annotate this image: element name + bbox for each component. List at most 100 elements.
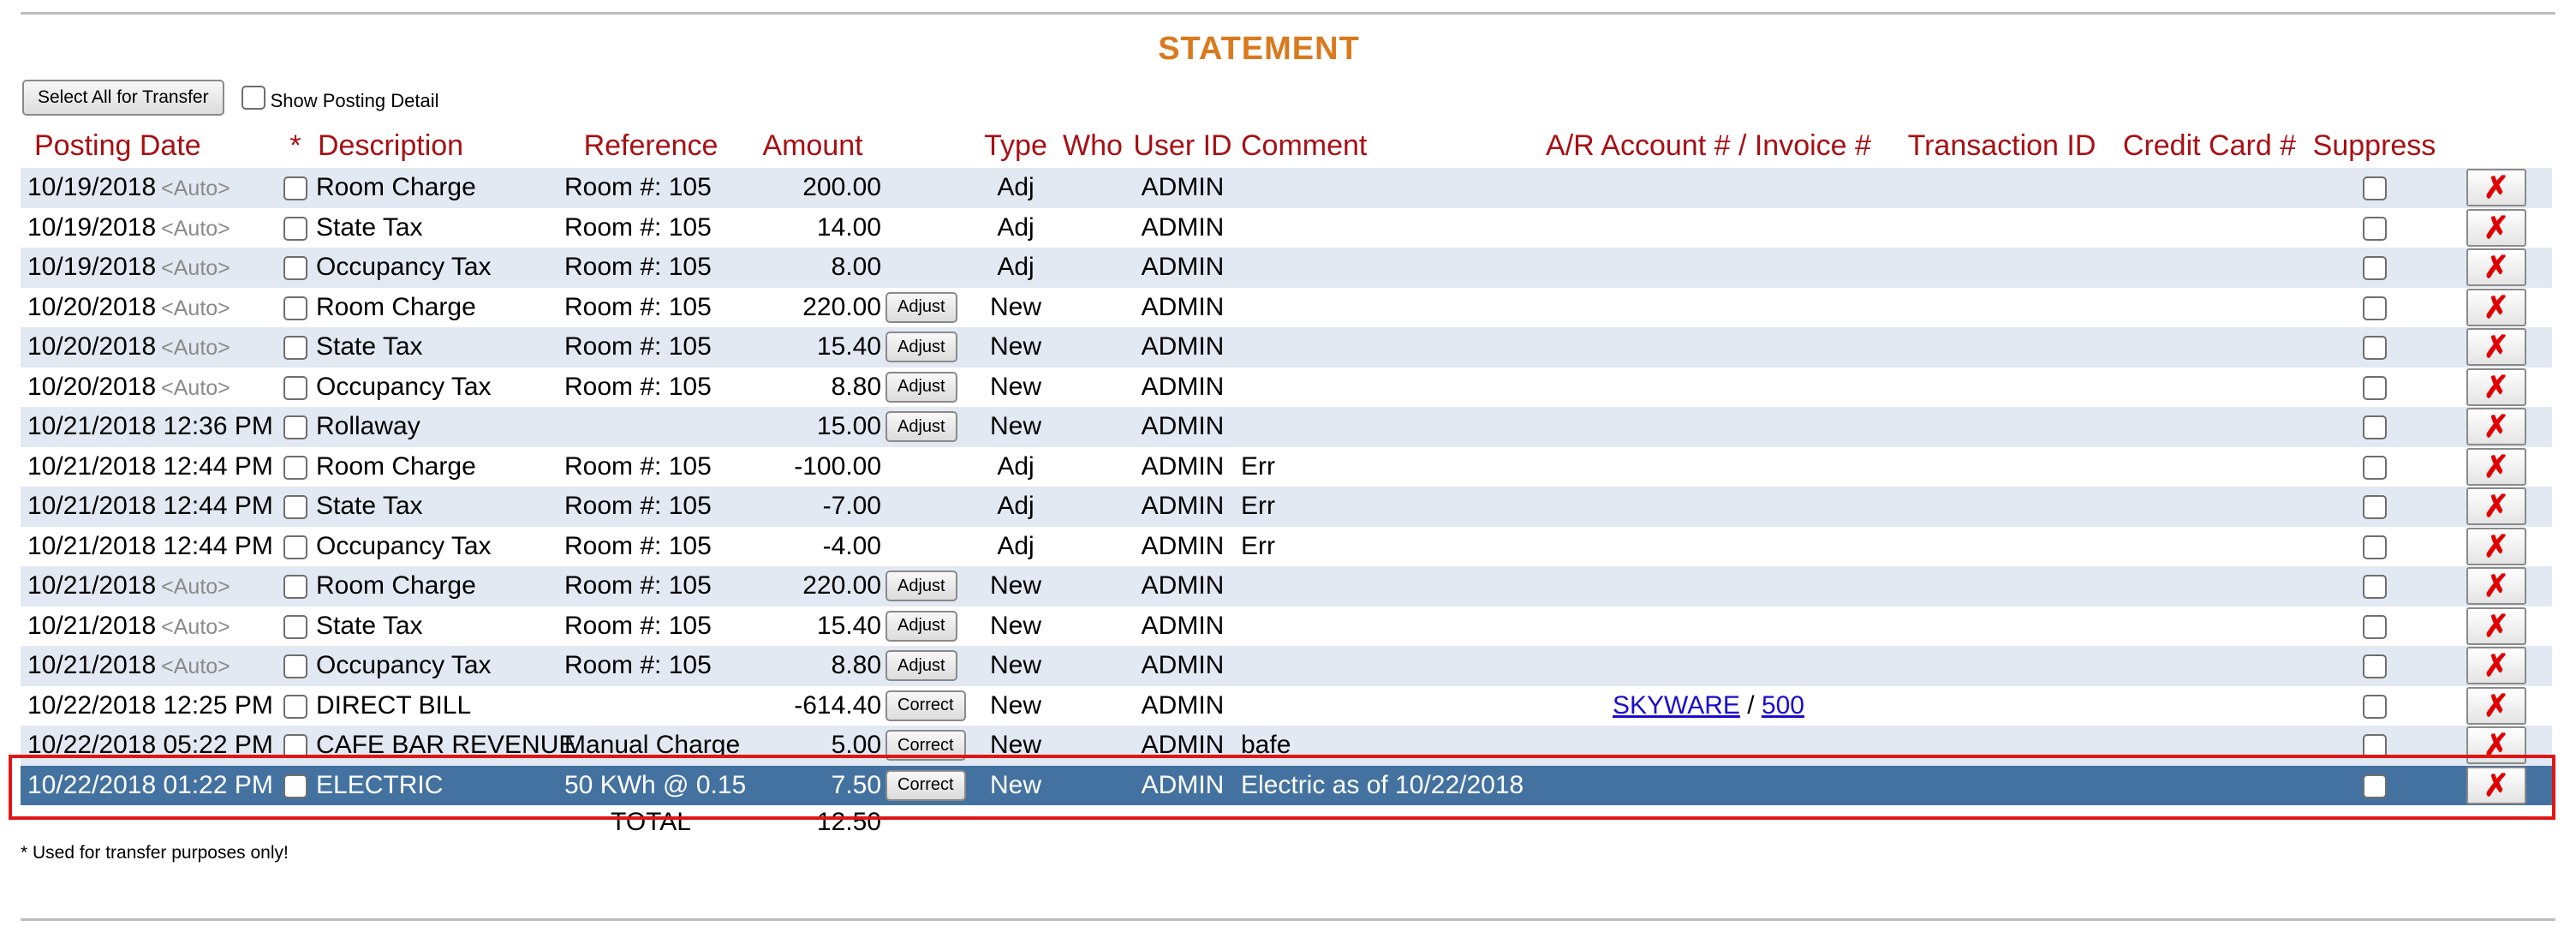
who-cell [1054,646,1131,686]
transfer-checkbox[interactable] [283,455,307,480]
delete-button[interactable]: ✗ [2466,686,2526,725]
transfer-checkbox[interactable] [283,575,307,600]
delete-button[interactable]: ✗ [2466,208,2526,247]
delete-button[interactable]: ✗ [2466,726,2526,765]
delete-cell: ✗ [2441,566,2552,606]
transfer-checkbox[interactable] [283,375,307,400]
transfer-checkbox[interactable] [283,614,307,639]
suppress-checkbox[interactable] [2362,734,2387,759]
delete-button[interactable]: ✗ [2466,766,2526,804]
suppress-checkbox[interactable] [2362,495,2387,520]
transfer-checkbox[interactable] [283,415,307,440]
ar-account-link[interactable]: SKYWARE [1613,691,1740,720]
ar-account-invoice-cell [1524,287,1893,327]
suppress-checkbox[interactable] [2362,535,2387,559]
show-posting-detail-checkbox[interactable] [241,86,265,110]
transfer-checkbox[interactable] [283,535,307,559]
transfer-checkbox[interactable] [283,734,307,759]
suppress-checkbox[interactable] [2362,216,2387,241]
delete-button[interactable]: ✗ [2466,647,2526,685]
transaction-row[interactable]: 10/20/2018 <Auto> State Tax Room #: 105 15.4… [21,327,2552,367]
transaction-row[interactable]: 10/19/2018 <Auto> Room Charge Room #: 105 20… [21,168,2552,208]
transaction-row[interactable]: 10/21/2018 12:36 PM Rollaway 15.00 Adjust Ne… [21,407,2552,447]
transaction-row[interactable]: 10/20/2018 <Auto> Occupancy Tax Room #: 105… [21,367,2552,407]
posting-date: 10/19/2018 [27,212,157,242]
suppress-checkbox[interactable] [2362,694,2387,719]
suppress-checkbox[interactable] [2362,176,2387,201]
transfer-checkbox[interactable] [283,694,307,719]
suppress-checkbox[interactable] [2362,336,2387,361]
transfer-checkbox[interactable] [283,296,307,320]
suppress-checkbox[interactable] [2362,654,2387,679]
amount-cell: -100.00 [744,446,881,487]
transfer-checkbox[interactable] [283,495,307,520]
delete-button[interactable]: ✗ [2466,408,2526,446]
adjust-button[interactable]: Adjust [886,291,957,323]
adjust-button[interactable]: Adjust [886,610,957,642]
transaction-row[interactable]: 10/21/2018 12:44 PM Occupancy Tax Room #: … [21,526,2552,566]
suppress-checkbox[interactable] [2362,256,2387,281]
reference-cell: Room #: 105 [558,287,744,327]
adjust-button[interactable]: Adjust [886,371,957,403]
adjust-button[interactable]: Adjust [886,650,957,682]
transaction-row[interactable]: 10/21/2018 12:44 PM State Tax Room #: 105-… [21,487,2552,527]
show-posting-detail-toggle[interactable]: Show Posting Detail [241,83,438,112]
correct-button[interactable]: Correct [886,769,966,801]
invoice-link[interactable]: 500 [1762,691,1804,720]
transaction-row[interactable]: 10/19/2018 <Auto> Occupancy Tax Room #: 105… [21,248,2552,288]
reference-cell: Room #: 105 [558,446,744,487]
adjust-button[interactable]: Adjust [886,411,957,443]
suppress-checkbox[interactable] [2362,415,2387,440]
delete-button[interactable]: ✗ [2466,248,2526,287]
transaction-row[interactable]: 10/22/2018 01:22 PM ELECTRIC 50 KWh @ 0.15… [21,765,2552,805]
transfer-checkbox[interactable] [283,654,307,679]
transaction-row[interactable]: 10/21/2018 <Auto> Room Charge Room #: 105 22… [21,566,2552,606]
transaction-row[interactable]: 10/19/2018 <Auto> State Tax Room #: 105 14.0… [21,207,2552,248]
delete-button[interactable]: ✗ [2466,606,2526,645]
action-cell: Adjust [881,606,977,646]
delete-button[interactable]: ✗ [2466,288,2526,326]
transaction-row[interactable]: 10/20/2018 <Auto> Room Charge Room #: 105 22… [21,287,2552,327]
suppress-checkbox[interactable] [2362,455,2387,480]
comment-cell [1234,566,1524,606]
transaction-row[interactable]: 10/21/2018 <Auto> Occupancy Tax Room #: 105… [21,646,2552,686]
posting-date-cell: 10/19/2018 <Auto> [21,168,282,208]
amount-cell: 15.40 [744,327,881,367]
delete-button[interactable]: ✗ [2466,527,2526,565]
suppress-checkbox[interactable] [2362,614,2387,639]
action-cell: Adjust [881,287,977,327]
amount-cell: 8.00 [744,248,881,288]
action-cell [881,446,977,487]
delete-button[interactable]: ✗ [2466,328,2526,367]
delete-button[interactable]: ✗ [2466,169,2526,207]
credit-card-cell [2111,287,2308,327]
transaction-row[interactable]: 10/21/2018 <Auto> State Tax Room #: 105 15.4… [21,606,2552,646]
suppress-checkbox[interactable] [2362,774,2387,798]
adjust-button[interactable]: Adjust [886,332,957,363]
delete-button[interactable]: ✗ [2466,367,2526,406]
suppress-checkbox[interactable] [2362,375,2387,400]
delete-cell: ✗ [2441,248,2552,288]
suppress-checkbox[interactable] [2362,575,2387,600]
user-id-cell: ADMIN [1131,168,1234,208]
transfer-checkbox[interactable] [283,774,307,798]
delete-button[interactable]: ✗ [2466,447,2526,486]
credit-card-cell [2111,487,2308,527]
transfer-checkbox[interactable] [283,336,307,361]
delete-button[interactable]: ✗ [2466,567,2526,606]
reference-cell: Room #: 105 [558,367,744,407]
select-all-for-transfer-button[interactable]: Select All for Transfer [22,80,224,116]
correct-button[interactable]: Correct [886,730,966,762]
suppress-checkbox[interactable] [2362,296,2387,320]
transaction-row[interactable]: 10/22/2018 12:25 PM DIRECT BILL -614.40 Cor… [21,685,2552,726]
transfer-checkbox[interactable] [283,216,307,241]
adjust-button[interactable]: Adjust [886,571,957,602]
correct-button[interactable]: Correct [886,690,966,721]
transaction-row[interactable]: 10/21/2018 12:44 PM Room Charge Room #: 10… [21,446,2552,487]
transaction-row[interactable]: 10/22/2018 05:22 PM CAFE BAR REVENUE Manua… [21,726,2552,766]
ar-account-invoice-cell [1524,606,1893,646]
comment-cell: Err [1234,526,1524,566]
delete-button[interactable]: ✗ [2466,487,2526,526]
transfer-checkbox[interactable] [283,256,307,281]
transfer-checkbox[interactable] [283,176,307,201]
